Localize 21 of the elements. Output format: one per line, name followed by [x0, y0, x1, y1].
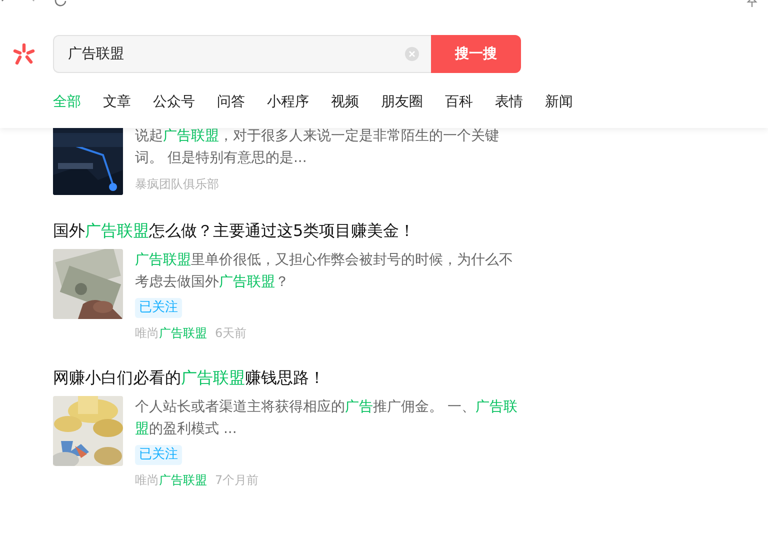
- result-snippet: 说起广告联盟，对于很多人来说一定是非常陌生的一个关键词。 但是特别有意思的是...: [135, 127, 500, 168]
- followed-tag: 已关注: [135, 445, 182, 465]
- tab[interactable]: 公众号: [153, 93, 195, 111]
- result-title[interactable]: 网赚小白们必看的广告联盟赚钱思路！: [53, 366, 523, 390]
- followed-tag: 已关注: [135, 298, 182, 318]
- tab[interactable]: 朋友圈: [381, 93, 423, 111]
- tab[interactable]: 文章: [103, 93, 131, 111]
- post-time: 6天前: [215, 325, 247, 342]
- result-title[interactable]: 国外广告联盟怎么做？主要通过这5类项目赚美金！: [53, 219, 523, 243]
- tab[interactable]: 新闻: [545, 93, 573, 111]
- tab[interactable]: 小程序: [267, 93, 309, 111]
- tab[interactable]: 问答: [217, 93, 245, 111]
- logo-icon: [12, 42, 36, 66]
- tab[interactable]: 百科: [445, 93, 473, 111]
- result-snippet: 广告联盟里单价很低，又担心作弊会被封号的时候，为什么不考虑去做国外广告联盟？: [135, 251, 514, 292]
- clear-icon[interactable]: [405, 47, 419, 61]
- search-field[interactable]: 广告联盟: [53, 35, 431, 73]
- tab[interactable]: 视频: [331, 93, 359, 111]
- post-time: 7个月前: [215, 472, 259, 489]
- tab[interactable]: 表情: [495, 93, 523, 111]
- result-snippet: 个人站长或者渠道主将获得相应的广告推广佣金。 一、广告联盟的盈利模式 ...: [135, 398, 518, 439]
